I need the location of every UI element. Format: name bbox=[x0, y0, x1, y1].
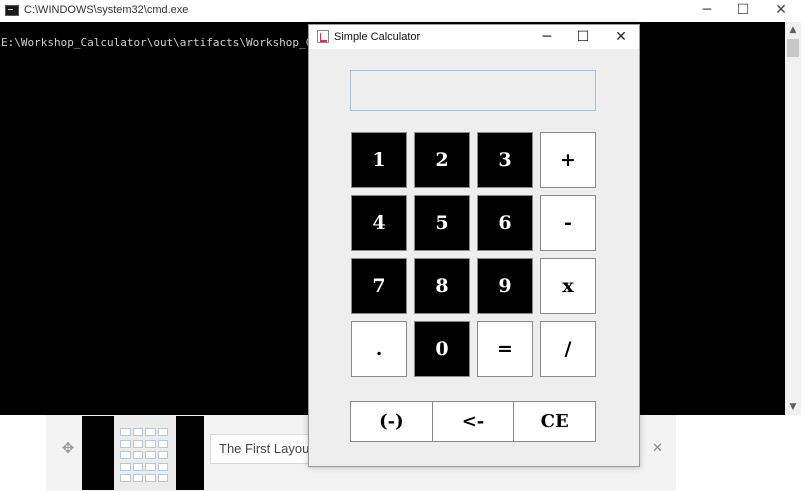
calculator-titlebar[interactable]: Simple Calculator ─ ☐ ✕ bbox=[309, 25, 639, 49]
cmd-titlebar: C:\WINDOWS\system32\cmd.exe ─ ☐ ✕ bbox=[0, 0, 806, 22]
cmd-scrollbar[interactable]: ▲ ▼ bbox=[785, 22, 801, 415]
key-7[interactable]: 7 bbox=[351, 258, 407, 314]
key-1[interactable]: 1 bbox=[351, 132, 407, 188]
key-multiply[interactable]: x bbox=[540, 258, 596, 314]
key-equals[interactable]: = bbox=[477, 321, 533, 377]
cmd-minimize-button[interactable]: ─ bbox=[688, 0, 726, 22]
scroll-down-arrow-icon[interactable]: ▼ bbox=[785, 399, 801, 415]
key-8[interactable]: 8 bbox=[414, 258, 470, 314]
key-5[interactable]: 5 bbox=[414, 195, 470, 251]
key-6[interactable]: 6 bbox=[477, 195, 533, 251]
key-9[interactable]: 9 bbox=[477, 258, 533, 314]
remove-layout-icon[interactable]: ✕ bbox=[652, 441, 663, 456]
scroll-up-arrow-icon[interactable]: ▲ bbox=[785, 22, 801, 38]
calculator-display[interactable] bbox=[350, 70, 596, 111]
cmd-window-title: C:\WINDOWS\system32\cmd.exe bbox=[24, 4, 189, 16]
calc-close-button[interactable]: ✕ bbox=[603, 27, 639, 47]
clear-entry-button[interactable]: CE bbox=[513, 401, 597, 442]
calc-minimize-button[interactable]: ─ bbox=[529, 27, 565, 47]
negate-button[interactable]: (-) bbox=[350, 401, 433, 442]
calculator-function-row: (-) <- CE bbox=[350, 401, 597, 442]
cmd-app-icon bbox=[5, 5, 19, 16]
move-handle-icon[interactable]: ✥ bbox=[60, 440, 76, 456]
calculator-window: Simple Calculator ─ ☐ ✕ 1 2 3 + 4 5 6 - … bbox=[308, 24, 640, 467]
scroll-thumb[interactable] bbox=[787, 39, 799, 57]
key-divide[interactable]: / bbox=[540, 321, 596, 377]
calculator-title: Simple Calculator bbox=[334, 31, 421, 43]
cmd-output-line: E:\Workshop_Calculator\out\artifacts\Wor… bbox=[1, 36, 313, 49]
calc-maximize-button[interactable]: ☐ bbox=[565, 27, 601, 47]
key-plus[interactable]: + bbox=[540, 132, 596, 188]
backspace-button[interactable]: <- bbox=[431, 401, 515, 442]
key-minus[interactable]: - bbox=[540, 195, 596, 251]
key-3[interactable]: 3 bbox=[477, 132, 533, 188]
key-0[interactable]: 0 bbox=[414, 321, 470, 377]
key-2[interactable]: 2 bbox=[414, 132, 470, 188]
key-4[interactable]: 4 bbox=[351, 195, 407, 251]
cmd-maximize-button[interactable]: ☐ bbox=[724, 0, 762, 22]
thumbnail-key-grid bbox=[120, 428, 168, 484]
cmd-close-button[interactable]: ✕ bbox=[762, 0, 800, 22]
java-app-icon bbox=[317, 30, 329, 43]
window-edge bbox=[801, 22, 806, 415]
key-decimal[interactable]: . bbox=[351, 321, 407, 377]
